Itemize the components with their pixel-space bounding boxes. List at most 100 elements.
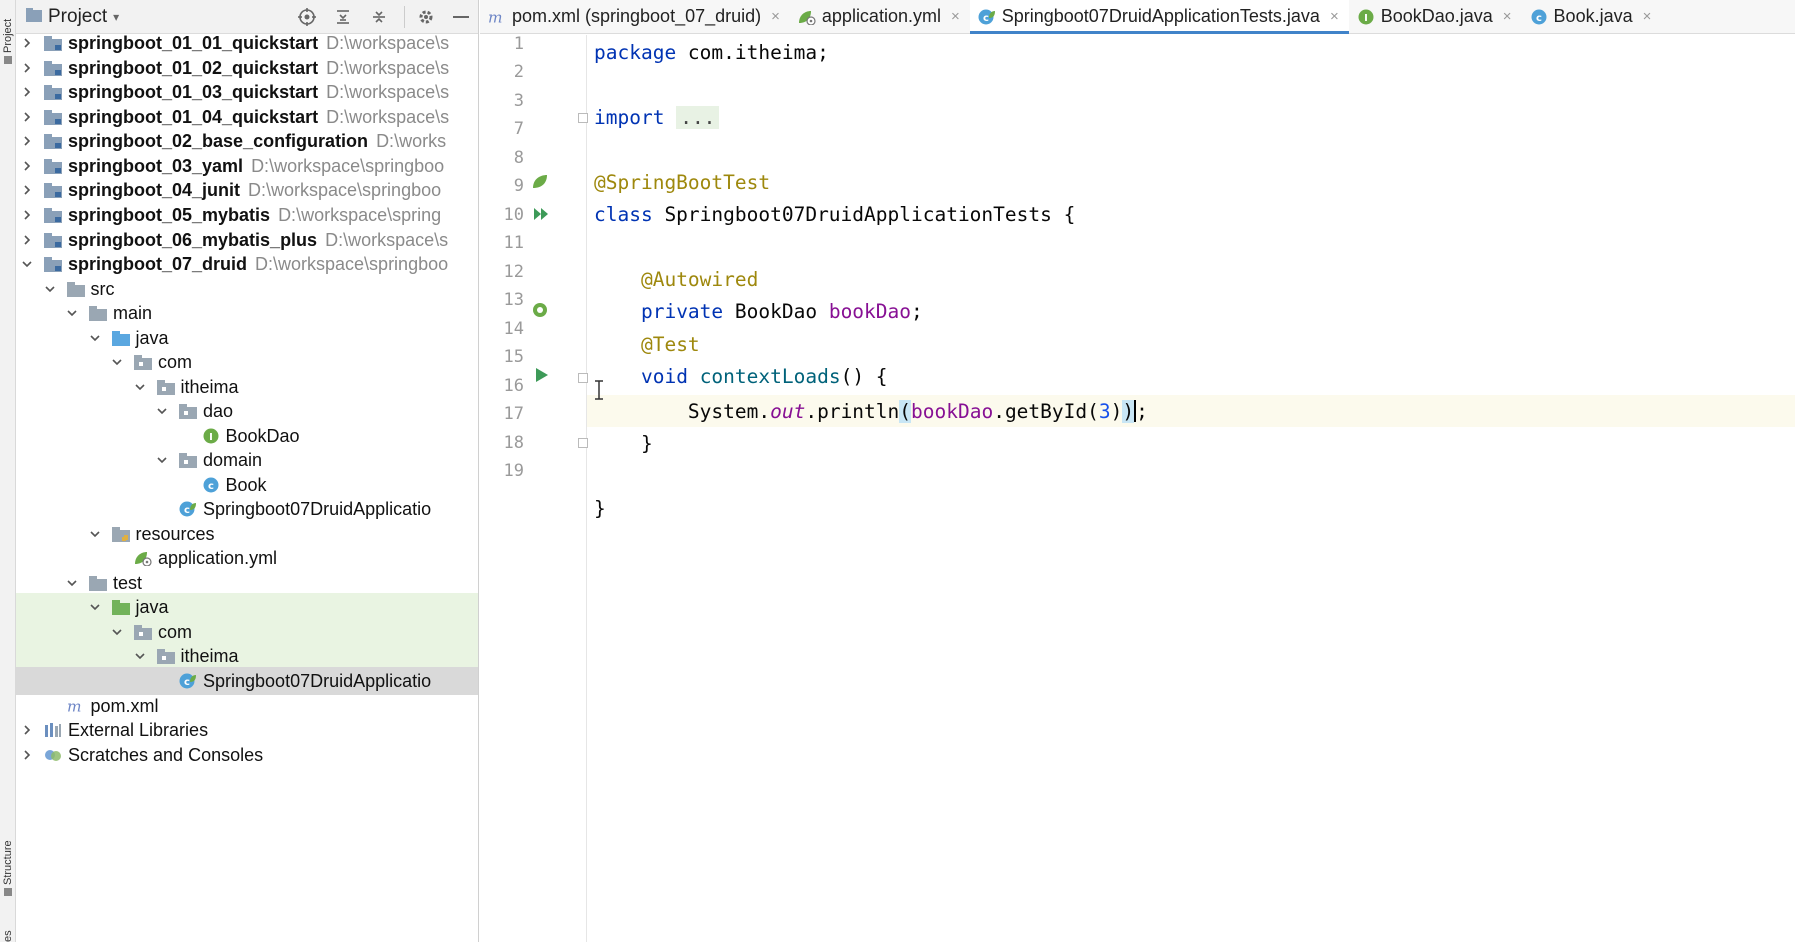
- code-line-15[interactable]: System. out .println(bookDao .getById(3));: [594, 395, 1148, 427]
- code-line-14[interactable]: void contextLoads() {: [594, 360, 888, 392]
- autowired-navigate-icon[interactable]: [530, 300, 550, 320]
- tree-row[interactable]: application.yml: [16, 544, 478, 572]
- tree-row[interactable]: java: [16, 593, 478, 621]
- expand-all-icon[interactable]: [332, 6, 354, 28]
- module-folder-icon: [44, 232, 62, 248]
- interface-icon: I: [1357, 9, 1375, 25]
- chevron-right-icon[interactable]: [20, 61, 34, 75]
- editor-tab-label: application.yml: [821, 6, 941, 26]
- chevron-down-icon[interactable]: [43, 282, 57, 296]
- project-view-selector[interactable]: Project ▾: [26, 6, 119, 28]
- tree-row[interactable]: springboot_04_junit D:\workspace\springbo…: [16, 176, 478, 204]
- test-folder-icon: [111, 599, 130, 615]
- chevron-down-icon[interactable]: [110, 355, 124, 369]
- package-icon: [156, 648, 175, 664]
- code-line-13[interactable]: @Test: [594, 328, 700, 360]
- chevron-right-icon[interactable]: [20, 36, 34, 50]
- tree-row[interactable]: c Springboot07DruidApplicatio: [16, 495, 478, 523]
- project-tool-tab[interactable]: Project: [0, 4, 16, 64]
- run-test-icon[interactable]: [532, 365, 552, 385]
- tree-row[interactable]: com: [16, 348, 478, 376]
- tree-row[interactable]: main: [16, 299, 478, 327]
- code-line-3[interactable]: import ...: [594, 101, 720, 133]
- code-line-1[interactable]: package com.itheima;: [594, 36, 829, 68]
- matched-paren: ): [1122, 399, 1135, 423]
- chevron-right-icon[interactable]: [20, 85, 34, 99]
- chevron-down-icon[interactable]: [65, 576, 79, 590]
- tree-row[interactable]: dao: [16, 397, 478, 425]
- close-icon[interactable]: ×: [1643, 8, 1652, 25]
- chevron-down-icon[interactable]: [88, 331, 102, 345]
- code-line-12[interactable]: private BookDao bookDao;: [594, 295, 923, 327]
- code-token: ): [1110, 399, 1123, 423]
- code-token: private: [640, 299, 724, 323]
- tree-row[interactable]: External Libraries: [16, 716, 478, 744]
- close-icon[interactable]: ×: [1503, 8, 1512, 25]
- interface-icon: I: [202, 428, 220, 444]
- chevron-down-icon[interactable]: [155, 453, 169, 467]
- target-icon[interactable]: [296, 6, 318, 28]
- chevron-down-icon[interactable]: [20, 257, 34, 271]
- chevron-down-icon[interactable]: [155, 404, 169, 418]
- folded-imports[interactable]: ...: [676, 105, 720, 129]
- tree-row[interactable]: springboot_05_mybatis D:\workspace\spring: [16, 201, 478, 229]
- matched-paren: (: [899, 399, 912, 423]
- editor-tab[interactable]: m pom.xml (springboot_07_druid) ×: [480, 0, 790, 33]
- chevron-right-icon[interactable]: [20, 134, 34, 148]
- fold-marker-icon[interactable]: [577, 368, 589, 388]
- gutter-divider: [586, 35, 587, 942]
- chevron-down-icon[interactable]: [65, 306, 79, 320]
- minimize-icon[interactable]: [450, 6, 472, 28]
- code-token: package: [594, 40, 677, 64]
- chevron-right-icon[interactable]: [20, 208, 34, 222]
- chevron-right-icon[interactable]: [20, 748, 34, 762]
- module-folder-icon: [44, 207, 62, 223]
- chevron-down-icon[interactable]: [133, 649, 147, 663]
- editor-tab[interactable]: c Book.java ×: [1522, 0, 1662, 33]
- code-line-18[interactable]: }: [594, 492, 606, 524]
- structure-tool-tab[interactable]: Structure: [0, 800, 16, 896]
- close-icon[interactable]: ×: [1330, 8, 1339, 25]
- chevron-right-icon[interactable]: [20, 159, 34, 173]
- code-line-11[interactable]: @Autowired: [594, 263, 758, 295]
- code-line-16[interactable]: }: [594, 427, 653, 459]
- code-line-8[interactable]: @SpringBootTest: [594, 166, 770, 198]
- chevron-right-icon[interactable]: [20, 723, 34, 737]
- tree-row[interactable]: springboot_01_01_quickstart D:\workspace\…: [16, 29, 478, 57]
- editor-tab[interactable]: c Springboot07DruidApplicationTests.java ×: [969, 0, 1349, 34]
- editor-tab[interactable]: application.yml ×: [790, 0, 970, 33]
- spring-bean-icon[interactable]: [530, 172, 550, 192]
- collapse-all-icon[interactable]: [368, 6, 390, 28]
- module-folder-icon: [44, 182, 62, 198]
- tree-row[interactable]: springboot_01_03_quickstart D:\workspace\…: [16, 78, 478, 106]
- tree-row-path: D:\workspace\s: [326, 57, 450, 78]
- close-icon[interactable]: ×: [771, 8, 780, 25]
- code-token: out: [770, 399, 806, 423]
- tree-row[interactable]: springboot_02_base_configuration D:\works: [16, 127, 478, 155]
- tree-row[interactable]: springboot_07_druid D:\workspace\springbo…: [16, 250, 478, 278]
- code-line-9[interactable]: class Springboot07DruidApplicationTests …: [594, 198, 1075, 230]
- fold-marker-icon[interactable]: [577, 108, 589, 128]
- bottom-tool-tab[interactable]: es: [0, 920, 16, 942]
- chevron-down-icon[interactable]: [133, 380, 147, 394]
- chevron-down-icon[interactable]: [88, 600, 102, 614]
- tree-row[interactable]: Scratches and Consoles: [16, 741, 478, 769]
- chevron-right-icon[interactable]: [20, 233, 34, 247]
- tree-row[interactable]: itheima: [16, 642, 478, 670]
- editor-tab[interactable]: I BookDao.java ×: [1349, 0, 1522, 33]
- code-token: import: [594, 105, 665, 129]
- svg-text:m: m: [488, 9, 503, 25]
- run-all-tests-icon[interactable]: [532, 204, 552, 224]
- project-panel: Project ▾ springboot_01_01_quickstart D:\…: [16, 0, 479, 942]
- tree-row[interactable]: c Springboot07DruidApplicatio: [16, 667, 478, 695]
- chevron-down-icon[interactable]: [110, 625, 124, 639]
- left-tool-strip: Project Structure es: [0, 0, 16, 942]
- chevron-down-icon[interactable]: [88, 527, 102, 541]
- fold-marker-icon[interactable]: [577, 433, 589, 453]
- tree-row-label: springboot_05_mybatis: [68, 204, 271, 225]
- gear-icon[interactable]: [404, 6, 436, 28]
- chevron-right-icon[interactable]: [20, 183, 34, 197]
- tree-row[interactable]: domain: [16, 446, 478, 474]
- chevron-right-icon[interactable]: [20, 110, 34, 124]
- close-icon[interactable]: ×: [951, 8, 960, 25]
